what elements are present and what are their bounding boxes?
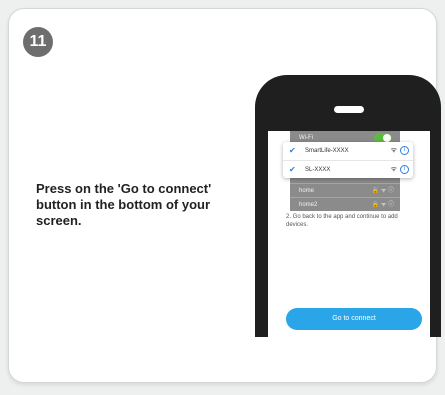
network-row-smartlife[interactable]: ✔ SmartLife-XXXX ᯤ i [283,142,413,160]
wifi-icon: ᯤ [390,147,397,154]
instruction-text: Press on the 'Go to connect' button in t… [36,181,212,228]
lock-wifi-info-icon: 🔒 ᯤ ⓘ [371,188,394,194]
settings-row-home2[interactable]: home2 🔒 ᯤ ⓘ [290,197,400,211]
network-name: SmartLife-XXXX [305,148,349,154]
network-popup: ✔ SmartLife-XXXX ᯤ i ✔ SL-XXXX ᯤ i [283,142,413,178]
network-row-sl[interactable]: ✔ SL-XXXX ᯤ i [283,160,413,179]
phone-illustration: Wi-Fi home 🔒 ᯤ ⓘ home2 🔒 ᯤ ⓘ ✔ SmartLife… [255,75,441,337]
phone-speaker [334,106,364,113]
wifi-icon: ᯤ [390,166,397,173]
checkmark-icon: ✔ [289,165,296,174]
go-to-connect-button[interactable]: Go to connect [286,308,422,330]
instruction-card: 11 Press on the 'Go to connect' button i… [8,8,441,383]
settings-row-label: home [299,188,315,194]
settings-row-label: home2 [299,202,318,208]
instruction-note: 2. Go back to the app and continue to ad… [286,214,398,228]
network-name: SL-XXXX [305,167,331,173]
checkmark-icon: ✔ [289,146,296,155]
settings-row-home[interactable]: home 🔒 ᯤ ⓘ [290,183,400,197]
phone-screen: Wi-Fi home 🔒 ᯤ ⓘ home2 🔒 ᯤ ⓘ ✔ SmartLife… [268,131,430,337]
settings-row-label: Wi-Fi [299,135,313,141]
lock-wifi-info-icon: 🔒 ᯤ ⓘ [371,202,394,208]
info-icon[interactable]: i [400,146,409,155]
step-number-badge: 11 [23,27,53,57]
info-icon[interactable]: i [400,165,409,174]
